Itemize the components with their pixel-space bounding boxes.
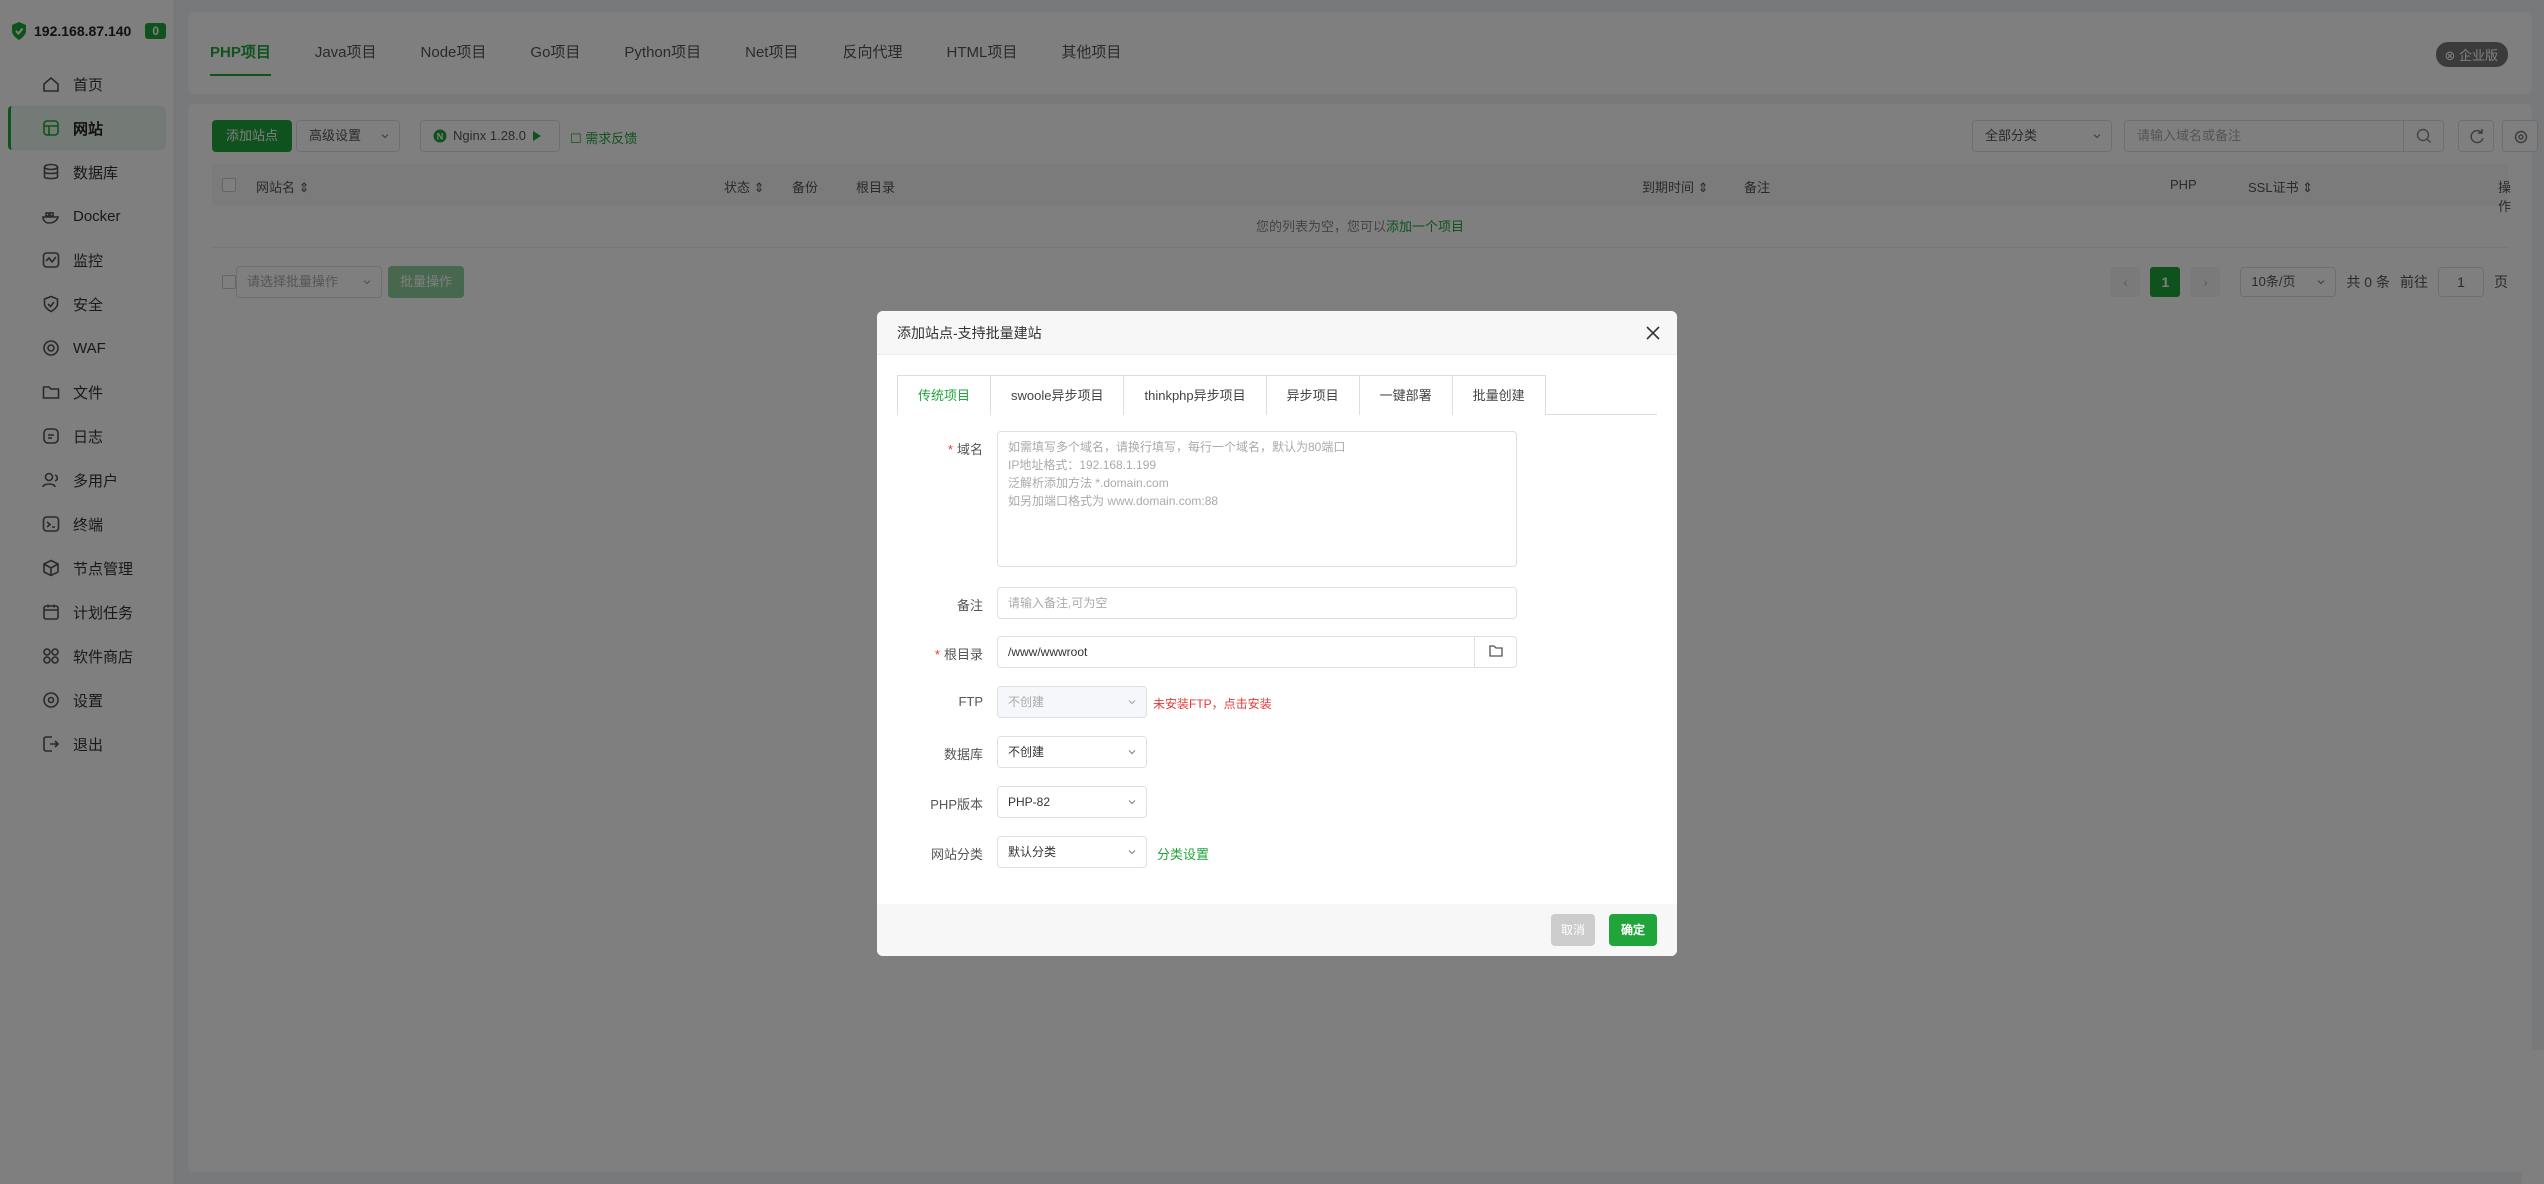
category-settings-link[interactable]: 分类设置 xyxy=(1157,844,1209,863)
chevron-down-icon xyxy=(1128,750,1136,755)
domain-hint-2: IP地址格式：192.168.1.199 xyxy=(1008,458,1157,472)
ftp-install-link[interactable]: 未安装FTP，点击安装 xyxy=(1153,695,1272,712)
dialog-header: 添加站点-支持批量建站 xyxy=(877,311,1677,355)
note-input[interactable]: 请输入备注,可为空 xyxy=(997,587,1517,619)
database-label: 数据库 xyxy=(943,747,983,762)
dialog-tabs: 传统项目 swoole异步项目 thinkphp异步项目 异步项目 一键部署 批量创建 xyxy=(897,375,1657,416)
chevron-down-icon xyxy=(1128,850,1136,855)
domain-label: * 域名 xyxy=(947,442,983,457)
dialog-tab-0[interactable]: 传统项目 xyxy=(897,375,992,416)
domain-hint-3: 泛解析添加方法 *.domain.com xyxy=(1008,476,1169,490)
add-site-dialog: 添加站点-支持批量建站 传统项目 swoole异步项目 thinkphp异步项目 异步… xyxy=(877,311,1677,956)
site-category-select[interactable]: 默认分类 xyxy=(997,836,1147,868)
cancel-button[interactable]: 取消 xyxy=(1550,914,1595,946)
dialog-title: 添加站点-支持批量建站 xyxy=(897,325,1042,341)
dialog-tab-3[interactable]: 异步项目 xyxy=(1265,375,1360,415)
note-label: 备注 xyxy=(956,598,983,613)
domain-hint-4: 如另加端口格式为 www.domain.com:88 xyxy=(1008,494,1219,508)
confirm-button[interactable]: 确定 xyxy=(1608,914,1657,946)
close-icon[interactable] xyxy=(1643,323,1663,343)
root-label: * 根目录 xyxy=(934,647,983,662)
ftp-value: 不创建 xyxy=(1008,695,1045,709)
dialog-tab-1[interactable]: swoole异步项目 xyxy=(990,375,1125,415)
ftp-label: FTP xyxy=(958,694,983,709)
chevron-down-icon xyxy=(1128,700,1136,705)
folder-icon xyxy=(1489,645,1503,657)
php-version-label: PHP版本 xyxy=(930,797,983,812)
dialog-tab-5[interactable]: 批量创建 xyxy=(1451,375,1546,415)
browse-folder-button[interactable] xyxy=(1474,636,1516,668)
site-category-label: 网站分类 xyxy=(930,847,983,862)
site-category-value: 默认分类 xyxy=(1008,845,1057,859)
dialog-footer: 取消 确定 xyxy=(877,904,1677,956)
database-select[interactable]: 不创建 xyxy=(997,736,1147,768)
domain-hint-1: 如需填写多个域名，请换行填写，每行一个域名，默认为80端口 xyxy=(1008,440,1346,454)
root-input[interactable]: /www/wwwroot xyxy=(997,636,1517,668)
chevron-down-icon xyxy=(1128,800,1136,805)
php-version-value: PHP-82 xyxy=(1008,795,1051,809)
database-value: 不创建 xyxy=(1008,745,1045,759)
dialog-tab-4[interactable]: 一键部署 xyxy=(1358,375,1453,415)
root-value: /www/wwwroot xyxy=(1008,645,1088,659)
php-version-select[interactable]: PHP-82 xyxy=(997,786,1147,818)
domain-textarea[interactable]: 如需填写多个域名，请换行填写，每行一个域名，默认为80端口 IP地址格式：192… xyxy=(997,431,1517,567)
dialog-tab-2[interactable]: thinkphp异步项目 xyxy=(1123,375,1267,415)
ftp-select: 不创建 xyxy=(997,686,1147,718)
